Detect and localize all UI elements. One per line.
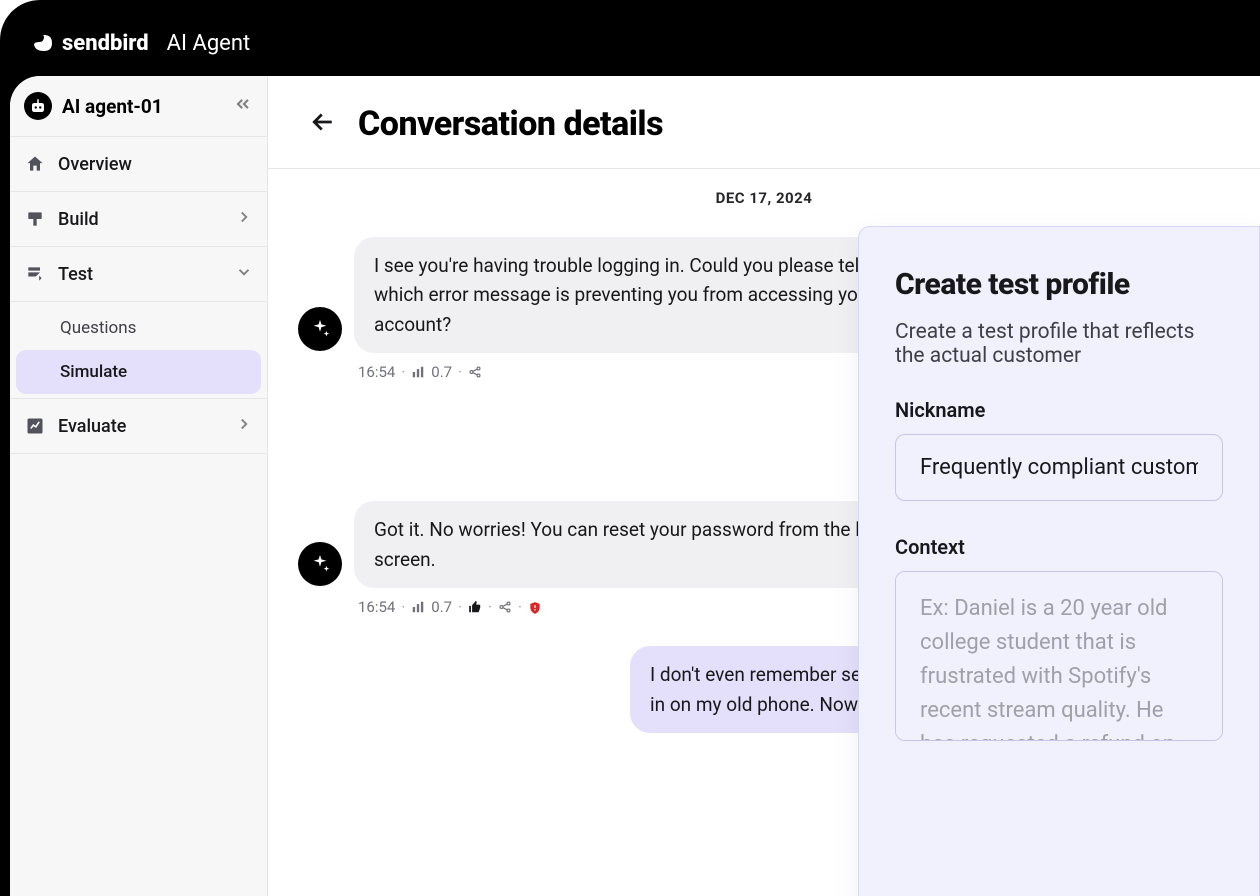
chart-icon [24, 415, 46, 437]
shield-alert-icon[interactable] [528, 598, 542, 616]
nav-label: Build [58, 209, 223, 230]
thumbs-up-icon[interactable] [468, 600, 482, 614]
product-name: AI Agent [167, 31, 251, 56]
create-test-profile-panel: Create test profile Create a test profil… [858, 226, 1260, 896]
test-icon [24, 263, 46, 285]
nav-label: Overview [58, 154, 253, 175]
nav-item-evaluate[interactable]: Evaluate [10, 398, 267, 454]
main-content: Conversation details DEC 17, 2024 I see … [268, 76, 1260, 896]
share-nodes-icon[interactable] [498, 600, 512, 614]
robot-icon [24, 92, 52, 120]
message-score: 0.7 [431, 363, 452, 381]
panel-title: Create test profile [895, 267, 1223, 302]
nav-label: Test [58, 264, 223, 285]
sparkle-icon [298, 542, 342, 586]
nickname-input[interactable] [895, 434, 1223, 501]
nav-item-build[interactable]: Build [10, 192, 267, 247]
sparkle-icon [298, 307, 342, 351]
panel-description: Create a test profile that reflects the … [895, 320, 1223, 368]
nickname-label: Nickname [895, 398, 1223, 422]
chevron-down-icon [235, 263, 253, 285]
nav-subitem-simulate[interactable]: Simulate [16, 350, 261, 394]
agent-name: AI agent-01 [62, 95, 223, 118]
app-container: sendbird AI Agent AI agent-01 O [0, 0, 1260, 896]
context-textarea[interactable] [895, 571, 1223, 741]
message-time: 16:54 [358, 598, 395, 616]
nav-subitems-test: Questions Simulate [10, 302, 267, 398]
collapse-sidebar-icon[interactable] [233, 94, 253, 118]
nav-label: Evaluate [58, 416, 223, 437]
brand-logo[interactable]: sendbird [30, 31, 149, 56]
chevron-right-icon [235, 415, 253, 437]
bars-icon [411, 600, 425, 614]
agent-selector[interactable]: AI agent-01 [10, 76, 267, 137]
app-body: AI agent-01 Overview Build [10, 76, 1260, 896]
nav-section: Overview Build Test [10, 137, 267, 454]
message-score: 0.7 [431, 598, 452, 616]
back-button[interactable] [308, 107, 338, 141]
brand-name: sendbird [62, 31, 149, 56]
page-title: Conversation details [358, 104, 663, 144]
main-header: Conversation details [268, 76, 1260, 169]
context-label: Context [895, 535, 1223, 559]
sendbird-icon [30, 31, 54, 55]
sidebar: AI agent-01 Overview Build [10, 76, 268, 896]
home-icon [24, 153, 46, 175]
message-time: 16:54 [358, 363, 395, 381]
brush-icon [24, 208, 46, 230]
share-nodes-icon[interactable] [468, 365, 482, 379]
header-bar: sendbird AI Agent [10, 10, 1260, 76]
nav-subitem-questions[interactable]: Questions [16, 306, 261, 350]
chevron-right-icon [235, 208, 253, 230]
nav-item-overview[interactable]: Overview [10, 137, 267, 192]
bars-icon [411, 365, 425, 379]
nav-item-test[interactable]: Test [10, 247, 267, 302]
